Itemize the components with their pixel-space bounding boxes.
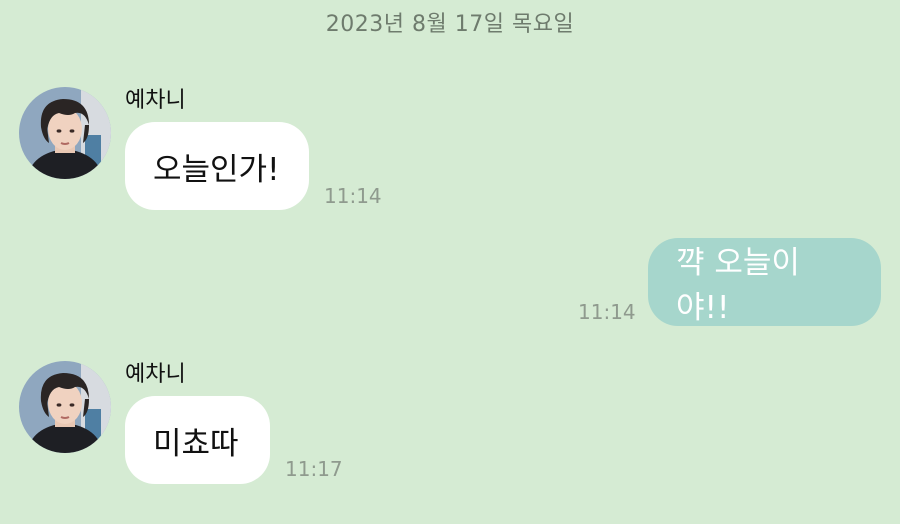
avatar-photo-icon xyxy=(19,87,111,179)
outgoing-message-bubble[interactable]: 꺅 오늘이야!! xyxy=(648,238,881,326)
message-text: 꺅 오늘이야!! xyxy=(676,245,800,326)
avatar[interactable] xyxy=(19,87,111,179)
incoming-message-bubble[interactable]: 미쵸따 xyxy=(125,396,270,484)
message-text: 미쵸따 xyxy=(153,425,239,462)
date-divider: 2023년 8월 17일 목요일 xyxy=(325,12,575,37)
message-timestamp: 11:14 xyxy=(324,184,382,208)
sender-name: 예차니 xyxy=(125,362,186,387)
message-text: 오늘인가! xyxy=(153,151,280,188)
avatar[interactable] xyxy=(19,361,111,453)
sender-name: 예차니 xyxy=(125,88,186,113)
avatar-photo-icon xyxy=(19,361,111,453)
message-timestamp: 11:14 xyxy=(578,300,636,324)
message-timestamp: 11:17 xyxy=(285,457,343,481)
incoming-message-bubble[interactable]: 오늘인가! xyxy=(125,122,309,210)
